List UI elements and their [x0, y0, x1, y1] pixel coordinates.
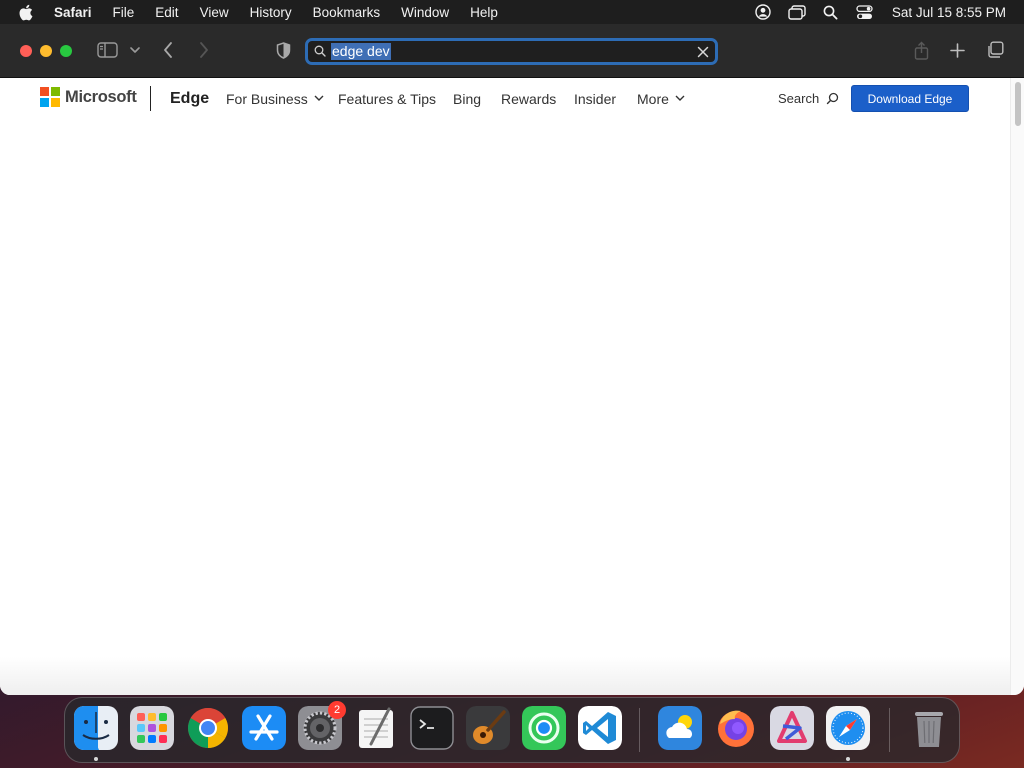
firefox-icon[interactable]	[714, 706, 758, 750]
affinity-icon[interactable]	[770, 706, 814, 750]
app-store-icon[interactable]	[242, 706, 286, 750]
vscode-icon[interactable]	[578, 706, 622, 750]
fullscreen-window-button[interactable]	[60, 45, 72, 57]
control-center-icon[interactable]	[856, 4, 874, 20]
page-bottom-shade	[0, 657, 1010, 695]
microsoft-logo-text: Microsoft	[65, 87, 137, 106]
notification-badge: 2	[328, 701, 346, 719]
web-page: Microsoft Edge For Business Features & T…	[0, 78, 1010, 695]
nav-rewards[interactable]: Rewards	[501, 91, 556, 107]
menu-view[interactable]: View	[200, 5, 229, 20]
menu-file[interactable]: File	[113, 5, 135, 20]
menu-edit[interactable]: Edit	[155, 5, 178, 20]
nav-for-business-label: For Business	[226, 91, 308, 107]
chrome-icon[interactable]	[186, 706, 230, 750]
menu-app-name[interactable]: Safari	[54, 5, 92, 20]
screen-mirroring-icon[interactable]	[788, 4, 806, 20]
privacy-shield-icon[interactable]	[274, 41, 292, 59]
minimize-window-button[interactable]	[40, 45, 52, 57]
tab-group-chevron-down-icon[interactable]	[129, 45, 141, 55]
finder-running-indicator	[94, 757, 98, 761]
forward-arrow-icon[interactable]	[197, 41, 211, 59]
menu-bookmarks[interactable]: Bookmarks	[313, 5, 381, 20]
nav-features-tips[interactable]: Features & Tips	[338, 91, 436, 107]
site-header: Microsoft Edge For Business Features & T…	[0, 78, 1010, 118]
address-bar[interactable]: edge dev	[305, 38, 718, 65]
dock-separator	[639, 708, 640, 752]
textedit-icon[interactable]	[354, 706, 398, 750]
nav-more-label: More	[637, 91, 669, 107]
nav-bing[interactable]: Bing	[453, 91, 481, 107]
find-my-icon[interactable]	[522, 706, 566, 750]
safari-icon[interactable]	[826, 706, 870, 750]
launchpad-icon[interactable]	[130, 706, 174, 750]
logo-square-green	[51, 87, 60, 96]
address-bar-text[interactable]: edge dev	[331, 43, 391, 60]
browser-toolbar: edge dev	[0, 24, 1024, 78]
logo-square-blue	[40, 98, 49, 107]
finder-icon[interactable]	[74, 706, 118, 750]
nav-for-business[interactable]: For Business	[226, 91, 324, 107]
header-divider	[150, 86, 151, 111]
safari-window: edge dev Microsoft Edge For Business Fea…	[0, 24, 1024, 695]
spotlight-search-icon[interactable]	[822, 4, 840, 20]
tab-overview-icon[interactable]	[985, 40, 1005, 60]
menu-history[interactable]: History	[250, 5, 292, 20]
chevron-down-icon	[314, 95, 324, 103]
page-scrollbar[interactable]	[1010, 78, 1024, 695]
microsoft-logo[interactable]: Microsoft	[40, 87, 137, 107]
close-window-button[interactable]	[20, 45, 32, 57]
nav-more[interactable]: More	[637, 91, 685, 107]
dock-separator	[889, 708, 890, 752]
back-arrow-icon[interactable]	[161, 41, 175, 59]
sidebar-toggle-icon[interactable]	[96, 41, 118, 59]
edge-brand-link[interactable]: Edge	[170, 90, 209, 108]
weather-icon[interactable]	[658, 706, 702, 750]
site-search-button[interactable]: Search	[778, 91, 839, 106]
scrollbar-thumb[interactable]	[1015, 82, 1021, 126]
dock: 2	[64, 697, 960, 763]
microsoft-logo-icon	[40, 87, 60, 107]
new-tab-plus-icon[interactable]	[948, 41, 966, 59]
logo-square-red	[40, 87, 49, 96]
garageband-icon[interactable]	[466, 706, 510, 750]
share-icon[interactable]	[912, 40, 930, 60]
apple-menu-icon[interactable]	[18, 3, 34, 21]
clear-close-icon[interactable]	[697, 45, 709, 58]
search-icon	[826, 92, 839, 105]
logo-square-yellow	[51, 98, 60, 107]
terminal-icon[interactable]	[410, 706, 454, 750]
site-search-label: Search	[778, 91, 820, 106]
download-edge-button[interactable]: Download Edge	[851, 85, 969, 112]
safari-running-indicator	[846, 757, 850, 761]
menu-help[interactable]: Help	[470, 5, 498, 20]
nav-insider[interactable]: Insider	[574, 91, 616, 107]
search-icon	[314, 45, 327, 58]
user-account-icon[interactable]	[754, 4, 772, 20]
menu-bar: Safari File Edit View History Bookmarks …	[0, 0, 1024, 24]
menu-window[interactable]: Window	[401, 5, 449, 20]
menu-clock[interactable]: Sat Jul 15 8:55 PM	[892, 5, 1006, 20]
trash-icon[interactable]	[907, 706, 951, 750]
chevron-down-icon	[675, 95, 685, 103]
